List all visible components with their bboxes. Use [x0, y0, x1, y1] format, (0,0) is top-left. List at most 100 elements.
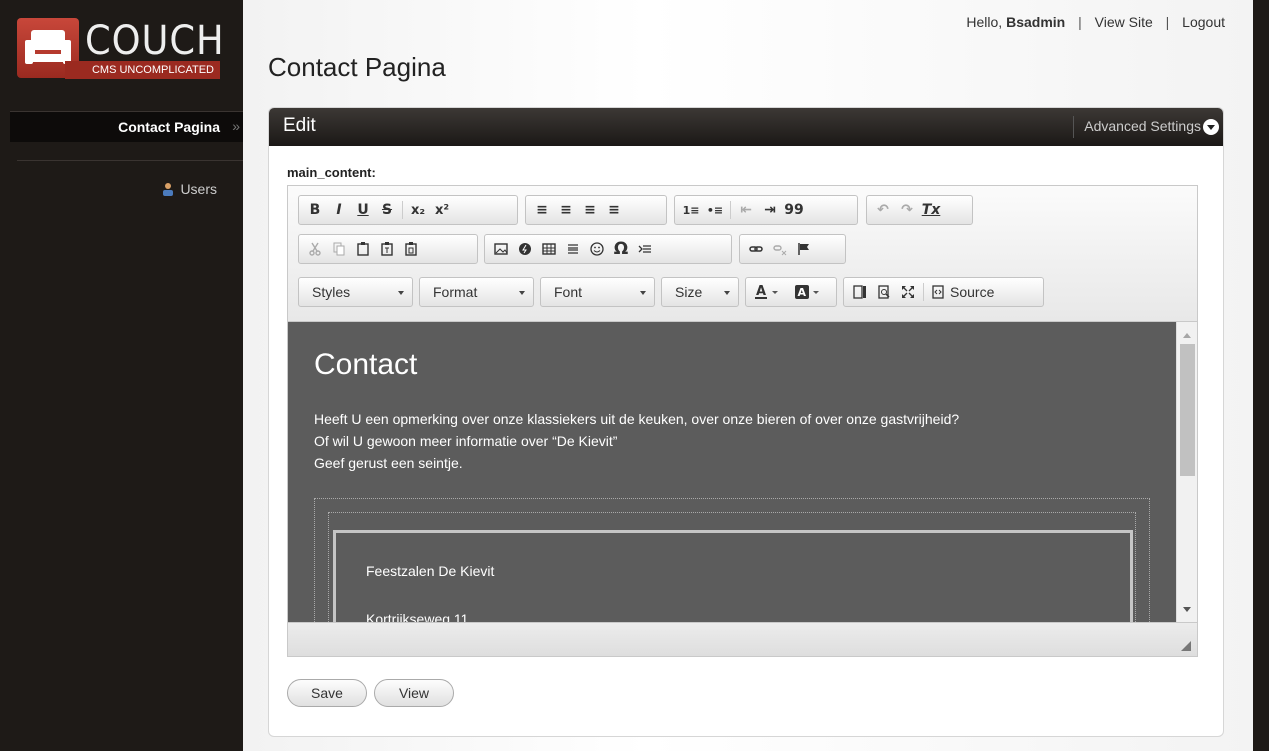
page-break-icon[interactable]	[633, 237, 657, 261]
paste-word-icon[interactable]	[399, 237, 423, 261]
strike-button[interactable]: S	[375, 198, 399, 222]
chevron-down-icon	[1203, 119, 1219, 135]
align-center-button[interactable]: ≡	[554, 198, 578, 222]
logo-wordmark: COUCH	[85, 18, 225, 64]
separator: |	[1078, 14, 1082, 30]
anchor-flag-icon[interactable]	[792, 237, 816, 261]
greeting: Hello,	[966, 14, 1003, 30]
chevron-down-icon	[398, 291, 404, 298]
field-label: main_content:	[287, 165, 376, 180]
view-site-link[interactable]: View Site	[1095, 14, 1153, 30]
logo-tagline: CMS UNCOMPLICATED	[65, 61, 220, 79]
chevron-down-icon	[519, 291, 525, 298]
paragraph-line: Of wil U gewoon meer informatie over “De…	[314, 433, 618, 449]
user-bar: Hello, Bsadmin | View Site | Logout	[966, 14, 1225, 30]
divider	[402, 201, 403, 219]
styles-select-value: Styles	[312, 284, 351, 300]
view-button[interactable]: View	[374, 679, 454, 707]
format-select[interactable]: Format	[419, 277, 534, 307]
paragraph-line: Geef gerust een seintje.	[314, 455, 463, 471]
address-box: Feestzalen De Kievit Kortrijkseweg 11	[333, 530, 1133, 622]
chevron-down-icon	[640, 291, 646, 298]
special-char-icon[interactable]: Ω	[609, 237, 633, 261]
sidebar: COUCH CMS UNCOMPLICATED Contact Pagina »…	[0, 0, 246, 751]
font-select[interactable]: Font	[540, 277, 655, 307]
styles-select[interactable]: Styles	[298, 277, 413, 307]
bold-button[interactable]: B	[303, 198, 327, 222]
cut-icon[interactable]	[303, 237, 327, 261]
align-right-button[interactable]: ≡	[578, 198, 602, 222]
sidebar-item-users[interactable]: Users	[161, 181, 217, 197]
image-icon[interactable]	[489, 237, 513, 261]
preview-icon[interactable]	[872, 280, 896, 304]
blockquote-button[interactable]: 99	[782, 198, 806, 222]
redo-button[interactable]: ↷	[895, 198, 919, 222]
panel-header: Edit Advanced Settings	[269, 108, 1223, 146]
numbered-list-button[interactable]: 1≡	[679, 198, 703, 222]
templates-icon[interactable]	[848, 280, 872, 304]
couch-logo[interactable]: COUCH CMS UNCOMPLICATED	[17, 18, 224, 79]
sidebar-item-label: Users	[180, 181, 217, 197]
bulleted-list-button[interactable]: •≡	[703, 198, 727, 222]
source-label: Source	[950, 284, 995, 300]
table-icon[interactable]	[537, 237, 561, 261]
username: Bsadmin	[1006, 14, 1066, 30]
right-edge	[1253, 0, 1269, 751]
logout-link[interactable]: Logout	[1182, 14, 1225, 30]
separator: |	[1165, 14, 1170, 30]
divider	[923, 283, 924, 301]
horizontal-rule-icon[interactable]	[561, 237, 585, 261]
unlink-icon[interactable]	[768, 237, 792, 261]
text-color-icon[interactable]: A	[750, 280, 790, 304]
editor-content[interactable]: Contact Heeft U een opmerking over onze …	[288, 322, 1176, 622]
indent-button[interactable]: ⇥	[758, 198, 782, 222]
flash-icon[interactable]	[513, 237, 537, 261]
content-table-cell: Feestzalen De Kievit Kortrijkseweg 11	[328, 512, 1136, 622]
size-select-value: Size	[675, 284, 703, 300]
user-icon	[161, 182, 175, 196]
chevron-down-icon	[724, 291, 730, 298]
scroll-thumb[interactable]	[1180, 344, 1195, 476]
paste-icon[interactable]	[351, 237, 375, 261]
content-paragraph: Heeft U een opmerking over onze klassiek…	[314, 408, 959, 474]
svg-text:A: A	[756, 284, 766, 299]
divider	[17, 160, 243, 161]
paste-text-icon[interactable]	[375, 237, 399, 261]
undo-button[interactable]: ↶	[871, 198, 895, 222]
link-icon[interactable]	[744, 237, 768, 261]
align-left-button[interactable]: ≡	[530, 198, 554, 222]
link-group	[739, 234, 846, 264]
save-button[interactable]: Save	[287, 679, 367, 707]
list-group: 1≡ •≡ ⇤ ⇥ 99	[674, 195, 858, 225]
source-button[interactable]: Source	[927, 280, 998, 304]
subscript-button[interactable]: x₂	[406, 198, 430, 222]
maximize-icon[interactable]	[896, 280, 920, 304]
editor-statusbar	[288, 622, 1197, 656]
insert-group: Ω	[484, 234, 732, 264]
copy-icon[interactable]	[327, 237, 351, 261]
justify-button[interactable]: ≡	[602, 198, 626, 222]
smiley-icon[interactable]	[585, 237, 609, 261]
background-color-icon[interactable]: A	[790, 280, 830, 304]
superscript-button[interactable]: x²	[430, 198, 454, 222]
remove-format-button[interactable]: Tx	[919, 198, 943, 222]
underline-button[interactable]: U	[351, 198, 375, 222]
tools-group: Source	[843, 277, 1044, 307]
sidebar-item-label: Contact Pagina	[118, 119, 220, 135]
editor-toolbar: B I U S x₂ x² ≡ ≡ ≡ ≡ 1≡ •≡ ⇤ ⇥ 99 ↶ ↷ T…	[288, 186, 1197, 322]
size-select[interactable]: Size	[661, 277, 739, 307]
chevron-right-icon: »	[232, 118, 240, 134]
content-heading: Contact	[314, 348, 418, 381]
sidebar-item-contact-pagina[interactable]: Contact Pagina »	[10, 111, 246, 142]
advanced-settings-toggle[interactable]: Advanced Settings	[1073, 116, 1223, 138]
resize-grip-icon[interactable]	[1181, 641, 1191, 651]
outdent-button[interactable]: ⇤	[734, 198, 758, 222]
page-title: Contact Pagina	[268, 52, 446, 82]
scroll-up-icon[interactable]	[1183, 329, 1191, 338]
edit-panel: Edit Advanced Settings main_content: B I…	[268, 107, 1224, 737]
scroll-down-icon[interactable]	[1183, 607, 1191, 616]
vertical-scrollbar[interactable]	[1176, 322, 1197, 622]
address-line: Kortrijkseweg 11	[366, 611, 469, 622]
address-line: Feestzalen De Kievit	[366, 563, 495, 579]
italic-button[interactable]: I	[327, 198, 351, 222]
